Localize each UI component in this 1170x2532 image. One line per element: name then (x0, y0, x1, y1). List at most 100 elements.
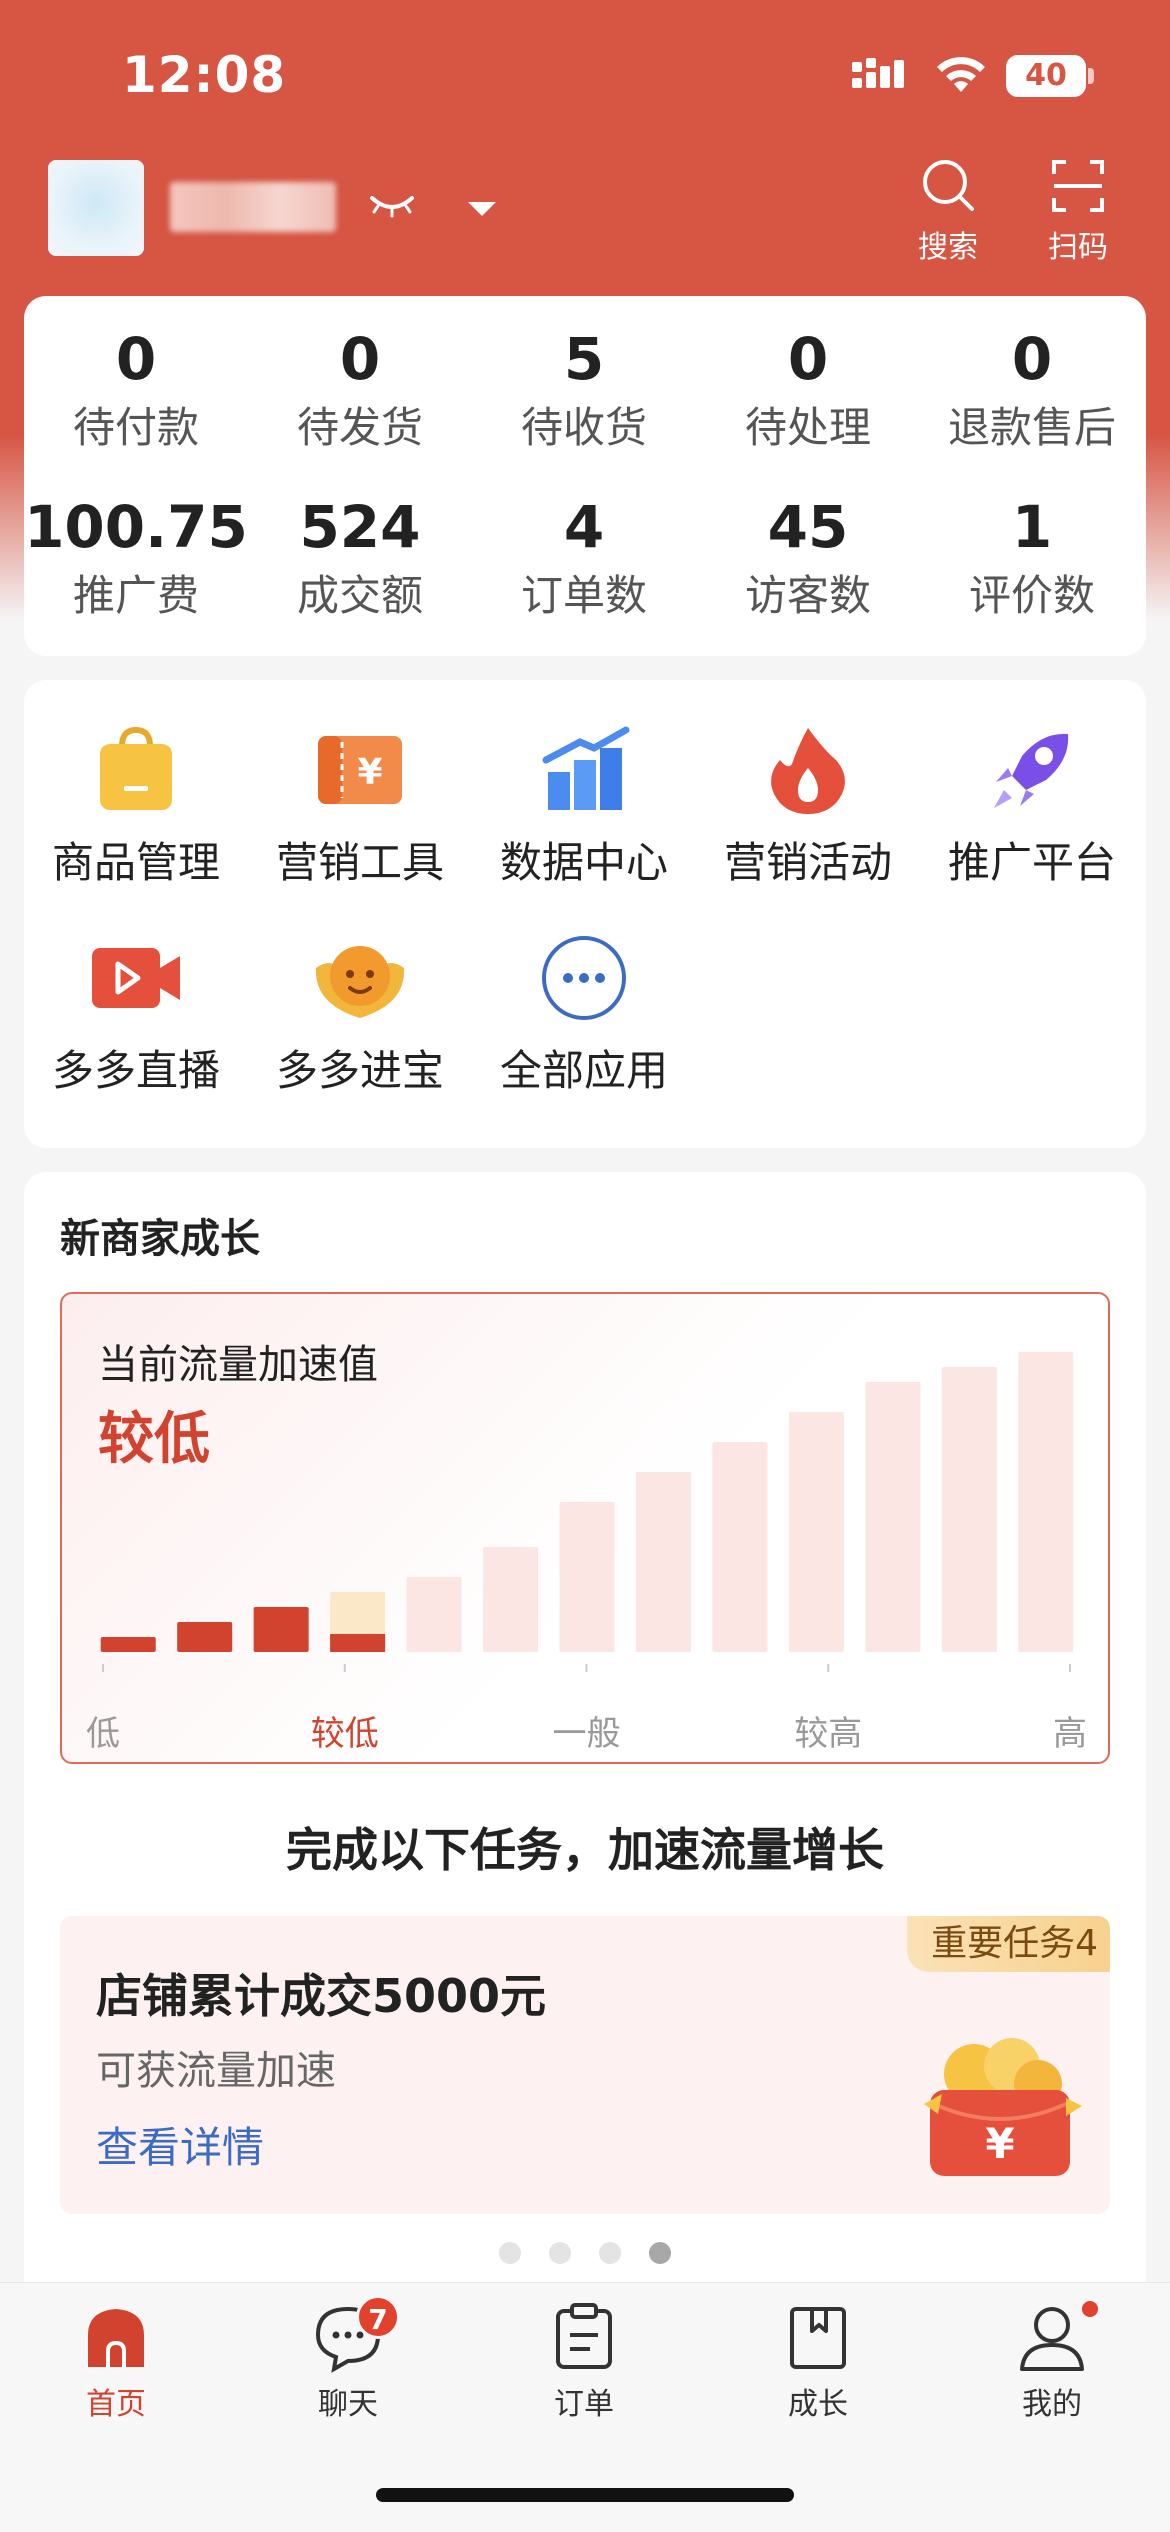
home-indicator (376, 2488, 794, 2502)
app-promotion-platform[interactable]: 推广平台 (920, 720, 1144, 890)
tab-label: 我的 (1022, 2387, 1082, 2422)
tab-label: 成长 (788, 2387, 848, 2422)
chart-bar (100, 1637, 156, 1652)
chart-level-label: 一般 (552, 1714, 621, 1754)
stat-value: 0 (787, 325, 829, 393)
cellular-signal-icon (852, 58, 904, 88)
scan-icon (1052, 160, 1104, 212)
app-name: 营销活动 (723, 838, 892, 887)
app-data-center[interactable]: 数据中心 (472, 720, 696, 890)
tab-label: 首页 (86, 2387, 146, 2422)
app-all-apps[interactable]: 全部应用 (472, 928, 696, 1098)
shop-name-masked[interactable] (170, 182, 336, 232)
stat-visitor-count[interactable]: 45 访客数 (696, 492, 920, 624)
app-marketing-events[interactable]: 营销活动 (696, 720, 920, 890)
stat-refund-aftersale[interactable]: 0 退款售后 (920, 324, 1144, 456)
stat-value: 5 (563, 325, 605, 393)
gold-ingot-icon (315, 946, 405, 1018)
growth-title: 新商家成长 (60, 1216, 260, 1262)
coupon-ticket-icon: ¥ (318, 736, 402, 804)
stat-promotion-fee[interactable]: 100.75 推广费 (24, 492, 248, 624)
red-envelope-coins-icon: ¥ (924, 2038, 1082, 2176)
stat-label: 待收货 (520, 403, 647, 452)
tab-home[interactable]: 首页 (36, 2301, 196, 2423)
stat-value: 100.75 (24, 493, 248, 561)
battery-tip (1088, 68, 1094, 84)
stat-review-count[interactable]: 1 评价数 (920, 492, 1144, 624)
wifi-icon (937, 57, 985, 92)
status-bar: 12:08 40 (0, 0, 1170, 150)
rocket-icon (994, 733, 1069, 808)
tab-chat[interactable]: 7 聊天 (268, 2295, 428, 2423)
chart-bar (1018, 1352, 1074, 1652)
tab-profile[interactable]: 我的 (972, 2301, 1132, 2423)
app-live-streaming[interactable]: 多多直播 (24, 928, 248, 1098)
stat-order-count[interactable]: 4 订单数 (472, 492, 696, 624)
tasks-heading: 完成以下任务，加速流量增长 (286, 1823, 884, 1877)
stat-gmv[interactable]: 524 成交额 (248, 492, 472, 624)
clipboard-icon (556, 2303, 612, 2369)
app-name: 营销工具 (275, 838, 444, 887)
home-icon (88, 2309, 144, 2367)
search-icon (923, 160, 974, 211)
eye-closed-icon[interactable] (368, 190, 416, 220)
task-details-link[interactable]: 查看详情 (96, 2114, 264, 2175)
traffic-acceleration-panel[interactable]: 当前流量加速值 较低 低较低 一般 较高高 (60, 1292, 1110, 1764)
chart-bar (406, 1577, 462, 1652)
shopping-bag-icon (100, 726, 172, 810)
stat-value: 4 (563, 493, 605, 561)
pager-dot[interactable] (549, 2242, 571, 2264)
app-name: 数据中心 (499, 838, 668, 887)
chart-bar (788, 1412, 844, 1652)
chart-bar (483, 1547, 539, 1652)
more-dots-icon (542, 936, 626, 1020)
task-badge: 重要任务4 (907, 1916, 1110, 1972)
search-label: 搜索 (918, 230, 978, 265)
chart-level-label: 较高 (794, 1714, 863, 1754)
stat-label: 订单数 (520, 571, 647, 620)
scan-label: 扫码 (1048, 230, 1108, 265)
chevron-down-icon[interactable] (462, 196, 502, 220)
app-duoduo-jinbao[interactable]: 多多进宝 (248, 928, 472, 1098)
chart-bar (559, 1502, 615, 1652)
stat-pending-processing[interactable]: 0 待处理 (696, 324, 920, 456)
shop-avatar[interactable] (48, 160, 144, 256)
app-marketing-tools[interactable]: ¥ 营销工具 (248, 720, 472, 890)
search-button[interactable]: 搜索 (898, 150, 998, 270)
stat-value: 45 (767, 493, 849, 561)
app-grid-card: 商品管理 ¥ 营销工具 数据中心 营销活动 推广平台 多多直播 多多进宝 全部应… (24, 680, 1146, 1148)
stat-pending-shipment[interactable]: 0 待发货 (248, 324, 472, 456)
app-name: 多多直播 (51, 1046, 220, 1095)
tab-label: 订单 (554, 2387, 614, 2422)
stat-value: 0 (339, 325, 381, 393)
pager-dot[interactable] (649, 2242, 671, 2264)
acceleration-bar-chart (100, 1352, 1074, 1672)
stat-label: 推广费 (72, 571, 199, 620)
pager-dot[interactable] (599, 2242, 621, 2264)
app-name: 商品管理 (51, 838, 220, 887)
stat-pending-receipt[interactable]: 5 待收货 (472, 324, 696, 456)
stat-value: 1 (1011, 493, 1053, 561)
stat-value: 0 (115, 325, 157, 393)
user-icon (1020, 2307, 1084, 2371)
carousel-pager[interactable] (24, 2242, 1146, 2268)
bar-chart-icon (542, 726, 630, 810)
stat-label: 访客数 (744, 571, 871, 620)
task-card[interactable]: 重要任务4 店铺累计成交5000元 可获流量加速 查看详情 ¥ (60, 1916, 1110, 2214)
chart-bar (253, 1607, 309, 1652)
tab-growth[interactable]: 成长 (738, 2301, 898, 2423)
chart-bar (941, 1367, 997, 1652)
flame-icon (771, 728, 845, 814)
scan-button[interactable]: 扫码 (1028, 150, 1128, 270)
svg-text:¥: ¥ (357, 752, 382, 793)
chart-bar-progress (330, 1634, 386, 1652)
stat-pending-payment[interactable]: 0 待付款 (24, 324, 248, 456)
pager-dot[interactable] (499, 2242, 521, 2264)
stat-label: 待付款 (72, 403, 199, 452)
book-icon (790, 2307, 846, 2369)
app-product-management[interactable]: 商品管理 (24, 720, 248, 890)
video-camera-icon (92, 948, 180, 1008)
stat-label: 待发货 (296, 403, 423, 452)
tab-orders[interactable]: 订单 (504, 2301, 664, 2423)
profile-notification-dot (1082, 2301, 1098, 2317)
